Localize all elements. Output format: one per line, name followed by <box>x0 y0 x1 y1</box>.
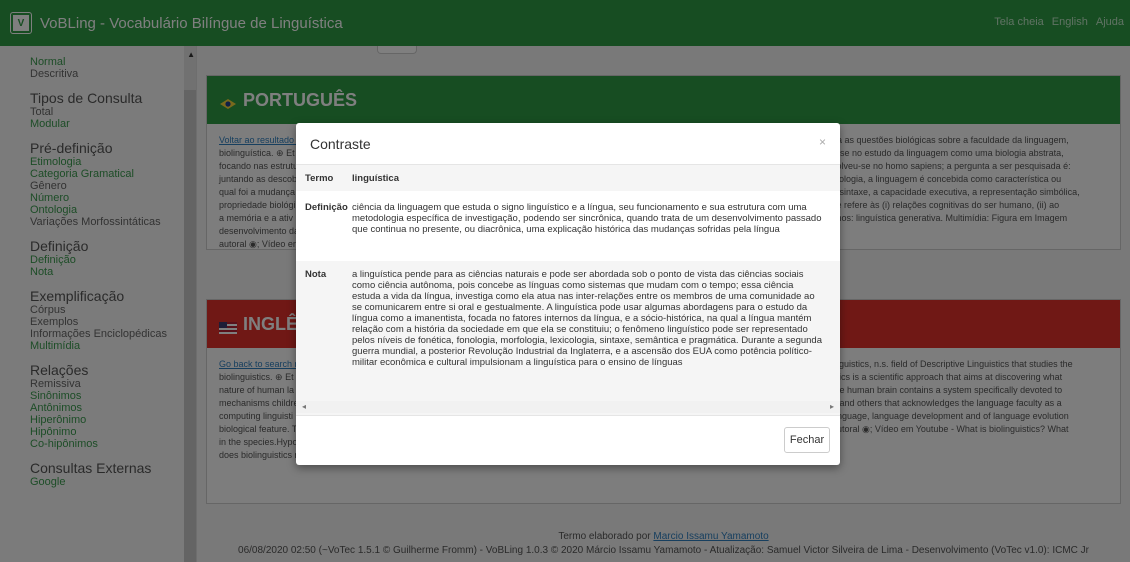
modal-title: Contraste <box>310 136 371 152</box>
contrast-modal: Contraste × Termo linguística Definição … <box>296 123 840 465</box>
note-row: Nota a linguística pende para as ciência… <box>296 261 840 415</box>
modal-footer: Fechar <box>296 415 840 465</box>
definition-label: Definição <box>305 202 348 213</box>
term-row: Termo linguística <box>296 165 840 191</box>
definition-value: ciência da linguagem que estuda o signo … <box>352 202 822 235</box>
note-label: Nota <box>305 269 327 280</box>
modal-header: Contraste × <box>296 123 840 165</box>
definition-row: Definição ciência da linguagem que estud… <box>296 191 840 261</box>
close-button[interactable]: Fechar <box>784 427 830 453</box>
modal-body: Termo linguística Definição ciência da l… <box>296 165 840 415</box>
close-icon[interactable]: × <box>819 135 826 149</box>
scroll-right-arrow-icon[interactable]: ▸ <box>830 402 834 411</box>
term-label: Termo <box>305 172 334 184</box>
term-value: linguística <box>352 172 399 184</box>
note-value: a linguística pende para as ciências nat… <box>352 269 822 368</box>
modal-horizontal-scrollbar[interactable]: ◂ ▸ <box>296 401 840 413</box>
scroll-left-arrow-icon[interactable]: ◂ <box>302 402 306 411</box>
